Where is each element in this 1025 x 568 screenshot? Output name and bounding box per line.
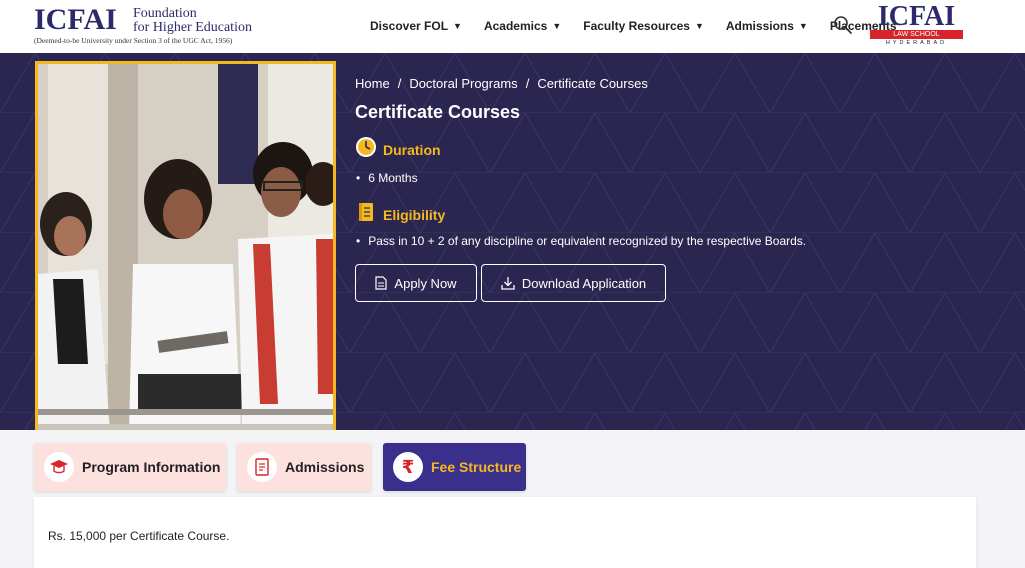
- law-logo-city: HYDERABAD: [885, 40, 948, 46]
- breadcrumb-separator: /: [525, 76, 530, 91]
- nav-label: Faculty Resources: [583, 19, 690, 33]
- nav-label: Discover FOL: [370, 19, 449, 33]
- duration-value: 6 Months: [356, 171, 417, 185]
- breadcrumb-doctoral-programs[interactable]: Doctoral Programs: [409, 76, 517, 91]
- download-application-label: Download Application: [521, 275, 647, 291]
- graduation-cap-icon: [44, 452, 74, 482]
- logo-subtitle: Foundation for Higher Education: [133, 7, 252, 35]
- duration-label: Duration: [383, 141, 441, 158]
- apply-now-label: Apply Now: [394, 275, 457, 291]
- tab-label: Admissions: [285, 459, 365, 475]
- breadcrumb-separator: /: [397, 76, 402, 91]
- law-logo-wordmark: ICFAI: [877, 1, 956, 32]
- notebook-icon: [355, 201, 377, 228]
- law-school-logo[interactable]: ICFAI LAW SCHOOL HYDERABAD: [870, 3, 963, 47]
- fee-structure-panel: Rs. 15,000 per Certificate Course.: [34, 497, 976, 568]
- breadcrumb-current: Certificate Courses: [537, 76, 648, 91]
- logo-tagline: (Deemed-to-be University under Section 3…: [34, 36, 233, 45]
- students-photo: [35, 61, 336, 430]
- download-application-button[interactable]: Download Application: [481, 264, 666, 302]
- tab-admissions[interactable]: Admissions: [237, 443, 371, 491]
- nav-faculty-resources[interactable]: Faculty Resources ▼: [583, 17, 704, 35]
- rupee-icon: ₹: [393, 452, 423, 482]
- breadcrumb-home[interactable]: Home: [355, 76, 390, 91]
- fee-amount-text: Rs. 15,000 per Certificate Course.: [48, 529, 230, 543]
- eligibility-value: Pass in 10 + 2 of any discipline or equi…: [356, 234, 806, 248]
- nav-admissions[interactable]: Admissions ▼: [726, 17, 808, 35]
- eligibility-label: Eligibility: [383, 206, 446, 223]
- logo-wordmark: ICFAI: [34, 3, 117, 36]
- tab-program-information[interactable]: Program Information: [34, 443, 226, 491]
- eligibility-heading: Eligibility: [355, 201, 445, 228]
- nav-label: Admissions: [725, 19, 794, 33]
- site-header: ICFAI Foundation for Higher Education (D…: [0, 0, 1025, 53]
- nav-label: Academics: [483, 19, 548, 33]
- download-icon: [501, 277, 515, 290]
- caret-down-icon: ▼: [552, 21, 562, 31]
- hero-banner: Home / Doctoral Programs / Certificate C…: [0, 53, 1025, 430]
- nav-academics[interactable]: Academics ▼: [484, 17, 561, 35]
- form-icon: [247, 452, 277, 482]
- document-icon: [375, 276, 388, 290]
- ifhe-logo[interactable]: ICFAI Foundation for Higher Education (D…: [34, 4, 264, 48]
- caret-down-icon: ▼: [694, 21, 704, 31]
- nav-discover-fol[interactable]: Discover FOL ▼: [370, 17, 462, 35]
- caret-down-icon: ▼: [798, 21, 808, 31]
- logo-subtitle-line1: Foundation: [133, 6, 197, 21]
- tab-label: Program Information: [82, 459, 221, 475]
- clock-icon: [355, 136, 377, 163]
- apply-now-button[interactable]: Apply Now: [355, 264, 477, 302]
- page-title: Certificate Courses: [355, 102, 521, 122]
- duration-heading: Duration: [355, 136, 441, 163]
- tab-fee-structure[interactable]: ₹ Fee Structure: [383, 443, 526, 491]
- tab-label: Fee Structure: [431, 459, 522, 475]
- law-logo-banner: LAW SCHOOL: [870, 30, 963, 39]
- search-icon[interactable]: [833, 15, 853, 35]
- caret-down-icon: ▼: [453, 21, 462, 31]
- logo-subtitle-line2: for Higher Education: [133, 20, 252, 35]
- breadcrumb: Home / Doctoral Programs / Certificate C…: [355, 76, 648, 91]
